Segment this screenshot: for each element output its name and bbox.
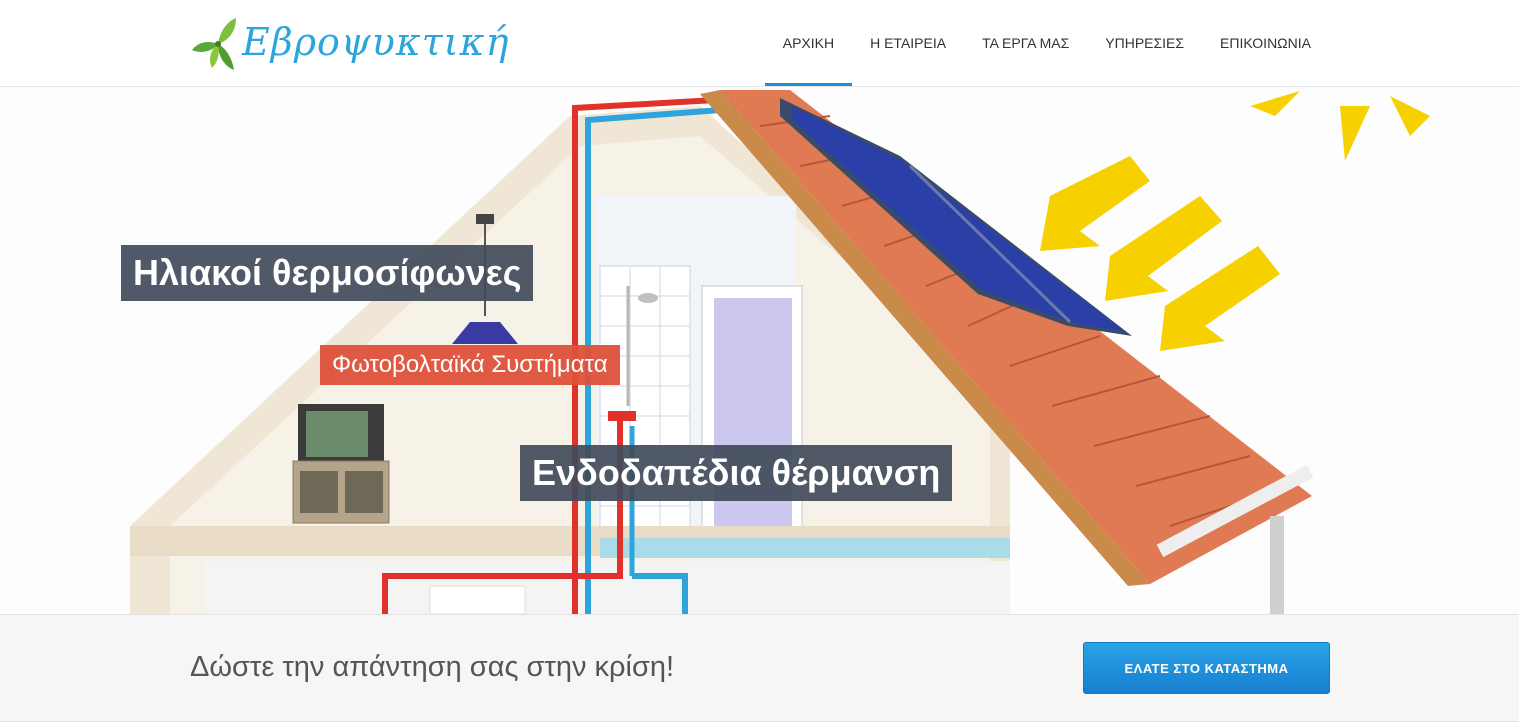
- nav-item-services[interactable]: ΥΠΗΡΕΣΙΕΣ: [1087, 0, 1202, 86]
- main-nav: ΑΡΧΙΚΗ Η ΕΤΑΙΡΕΙΑ ΤΑ ΕΡΓΑ ΜΑΣ ΥΠΗΡΕΣΙΕΣ …: [764, 0, 1329, 86]
- nav-item-home[interactable]: ΑΡΧΙΚΗ: [764, 0, 853, 86]
- leaf-logo-icon: [192, 18, 236, 70]
- hero-caption-solar-heaters: Ηλιακοί θερμοσίφωνες: [121, 245, 534, 301]
- brand-name: Εβροψυκτική: [242, 20, 510, 64]
- visit-store-button[interactable]: ΕΛΑΤΕ ΣΤΟ ΚΑΤΑΣΤΗΜΑ: [1083, 642, 1330, 694]
- nav-item-projects[interactable]: ΤΑ ΕΡΓΑ ΜΑΣ: [964, 0, 1087, 86]
- hero-caption-underfloor-heating: Ενδοδαπέδια θέρμανση: [520, 445, 953, 501]
- cta-bar: Δώστε την απάντηση σας στην κρίση! ΕΛΑΤΕ…: [0, 614, 1519, 722]
- hero-slider: Ηλιακοί θερμοσίφωνες Φωτοβολταϊκά Συστήμ…: [0, 86, 1519, 614]
- nav-item-company[interactable]: Η ΕΤΑΙΡΕΙΑ: [852, 0, 964, 86]
- brand-logo[interactable]: Εβροψυκτική: [190, 12, 520, 74]
- site-header: Εβροψυκτική ΑΡΧΙΚΗ Η ΕΤΑΙΡΕΙΑ ΤΑ ΕΡΓΑ ΜΑ…: [0, 0, 1519, 87]
- cta-text: Δώστε την απάντηση σας στην κρίση!: [190, 651, 675, 683]
- nav-item-contact[interactable]: ΕΠΙΚΟΙΝΩΝΙΑ: [1202, 0, 1329, 86]
- house-illustration: [130, 90, 1430, 614]
- hero-caption-photovoltaics: Φωτοβολταϊκά Συστήματα: [320, 345, 620, 385]
